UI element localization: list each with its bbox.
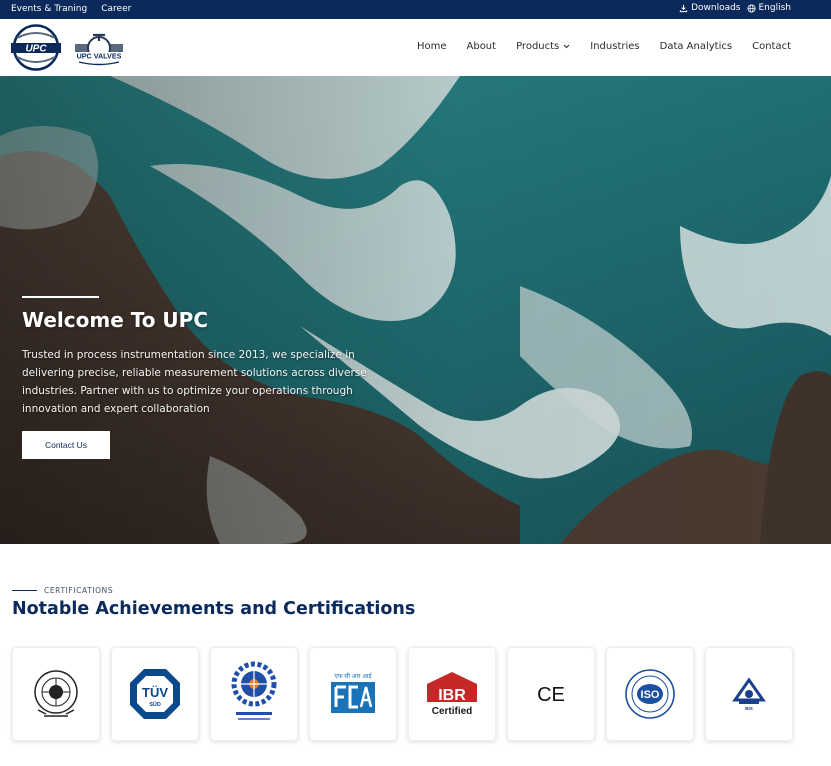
nav-home[interactable]: Home [417,41,447,52]
tuv-sud-logo: TÜV SÜD [130,669,180,719]
certification-card: TÜV SÜD [111,647,199,741]
main-nav: Home About Products Industries Data Anal… [397,41,791,52]
certification-card: BIS [705,647,793,741]
sud-text: SÜD [149,701,161,708]
certifications-eyebrow: CERTIFICATIONS [12,586,113,595]
hero-description: Trusted in process instrumentation since… [22,349,367,415]
certification-card [12,647,100,741]
downloads-label: Downloads [691,3,741,13]
hero-title: Welcome To UPC [22,308,208,332]
certifications-eyebrow-label: CERTIFICATIONS [44,586,114,595]
certification-card: CE [507,647,595,741]
nav-products[interactable]: Products [516,41,570,52]
nav-contact[interactable]: Contact [752,41,791,52]
nav-data-analytics[interactable]: Data Analytics [660,41,732,52]
certification-card: IBR Certified [408,647,496,741]
tuv-text: TÜV [142,685,168,700]
fcri-logo: एफ सी आर आई [331,672,375,713]
certification-card: एफ सी आर आई [309,647,397,741]
chevron-down-icon [563,44,570,49]
upc-logo-text: UPC [25,44,47,55]
certification-card [210,647,298,741]
career-link[interactable]: Career [101,4,131,14]
top-bar-utilities: Downloads English [679,3,791,13]
iso-certified-logo: ISO [625,669,675,719]
upc-valves-logo-text: UPC VALVES [77,52,122,61]
top-bar-links: Events & Traning Career [11,4,131,14]
bis-text: BIS [745,706,753,711]
ibr-certified-text: Certified [432,706,473,717]
globe-icon [746,3,756,13]
language-label: English [758,3,792,13]
certification-card: ISO [606,647,694,741]
certification-cards: TÜV SÜD एफ सी आर आई IBR Certified CE ISO… [12,647,793,741]
iso-text: ISO [641,689,660,701]
hero-section: Welcome To UPC Trusted in process instru… [0,76,831,544]
nav-industries[interactable]: Industries [590,41,639,52]
bis-logo: BIS [732,677,766,711]
fcri-hindi-text: एफ सी आर आई [335,672,373,680]
csir-logo [231,661,277,720]
eyebrow-dash [12,590,37,591]
downloads-link[interactable]: Downloads [679,3,741,13]
upc-logo[interactable]: UPC [11,24,61,71]
contact-us-button[interactable]: Contact Us [22,431,110,459]
upc-valves-logo[interactable]: UPC VALVES [73,26,125,68]
hero-accent-line [22,296,99,298]
download-icon [679,4,688,12]
ibr-certified-logo: IBR Certified [427,672,477,717]
language-selector[interactable]: English [746,3,792,13]
nav-about[interactable]: About [467,41,497,52]
site-header: UPC UPC VALVES Home About Products Indus… [0,19,831,76]
government-seal-logo [34,670,78,717]
top-bar: Events & Traning Career Downloads Englis… [0,0,831,19]
certifications-title: Notable Achievements and Certifications [12,599,416,619]
ibr-text: IBR [438,687,466,704]
ce-text: CE [537,684,565,706]
ce-mark-logo: CE [537,684,565,706]
events-training-link[interactable]: Events & Traning [11,4,87,14]
nav-products-label: Products [516,41,560,52]
